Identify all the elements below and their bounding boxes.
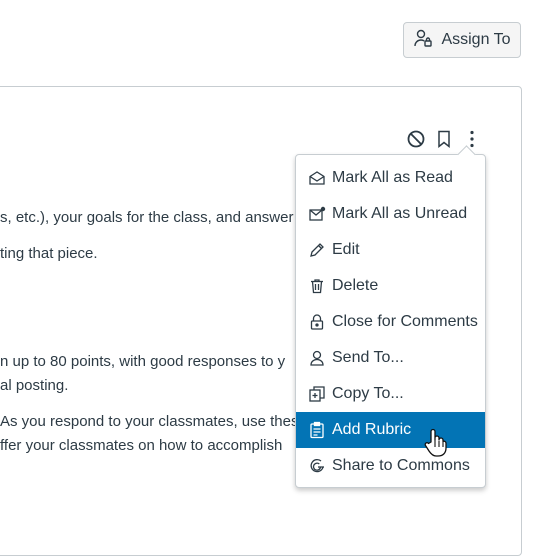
menu-item-label: Send To...	[332, 349, 404, 366]
content-line-6: ffer your classmates on how to accomplis…	[0, 437, 283, 454]
menu-item-label: Add Rubric	[332, 421, 412, 438]
menu-item-delete[interactable]: Delete	[296, 268, 485, 304]
content-line-4: al posting.	[0, 377, 69, 394]
menu-item-label: Copy To...	[332, 385, 404, 402]
menu-item-label: Delete	[332, 277, 379, 294]
content-line-3: n up to 80 points, with good responses t…	[0, 353, 286, 370]
menu-item-copy-to[interactable]: Copy To...	[296, 376, 485, 412]
menu-item-label: Mark All as Read	[332, 169, 453, 186]
menu-item-mark-all-read[interactable]: Mark All as Read	[296, 160, 485, 196]
assign-to-button[interactable]: Assign To	[403, 22, 521, 58]
menu-item-label: Edit	[332, 241, 360, 258]
content-line-2: ting that piece.	[0, 245, 98, 262]
unpublish-icon[interactable]	[406, 129, 426, 149]
hand-cursor-icon	[424, 428, 448, 458]
menu-item-mark-all-unread[interactable]: Mark All as Unread	[296, 196, 485, 232]
envelope-open-icon	[308, 169, 326, 187]
menu-item-send-to[interactable]: Send To...	[296, 340, 485, 376]
menu-item-label: Share to Commons	[332, 457, 470, 474]
user-lock-icon	[413, 28, 433, 53]
assign-to-label: Assign To	[441, 31, 511, 48]
menu-item-label: Mark All as Unread	[332, 205, 468, 222]
copy-icon	[308, 385, 326, 403]
lock-icon	[308, 313, 326, 331]
user-icon	[308, 349, 326, 367]
menu-item-close-for-comments[interactable]: Close for Comments	[296, 304, 485, 340]
envelope-unread-icon	[308, 205, 326, 223]
commons-icon	[308, 457, 326, 475]
rubric-icon	[308, 421, 326, 439]
trash-icon	[308, 277, 326, 295]
content-line-1: s, etc.), your goals for the class, and …	[0, 209, 294, 226]
menu-item-label: Close for Comments	[332, 313, 478, 330]
menu-item-share-to-commons[interactable]: Share to Commons	[296, 448, 485, 484]
bookmark-icon[interactable]	[434, 129, 454, 149]
pencil-icon	[308, 241, 326, 259]
menu-item-add-rubric[interactable]: Add Rubric	[296, 412, 485, 448]
content-line-5: As you respond to your classmates, use t…	[0, 413, 299, 430]
options-menu: Mark All as Read Mark All as Unread Edit…	[295, 154, 486, 488]
menu-item-edit[interactable]: Edit	[296, 232, 485, 268]
